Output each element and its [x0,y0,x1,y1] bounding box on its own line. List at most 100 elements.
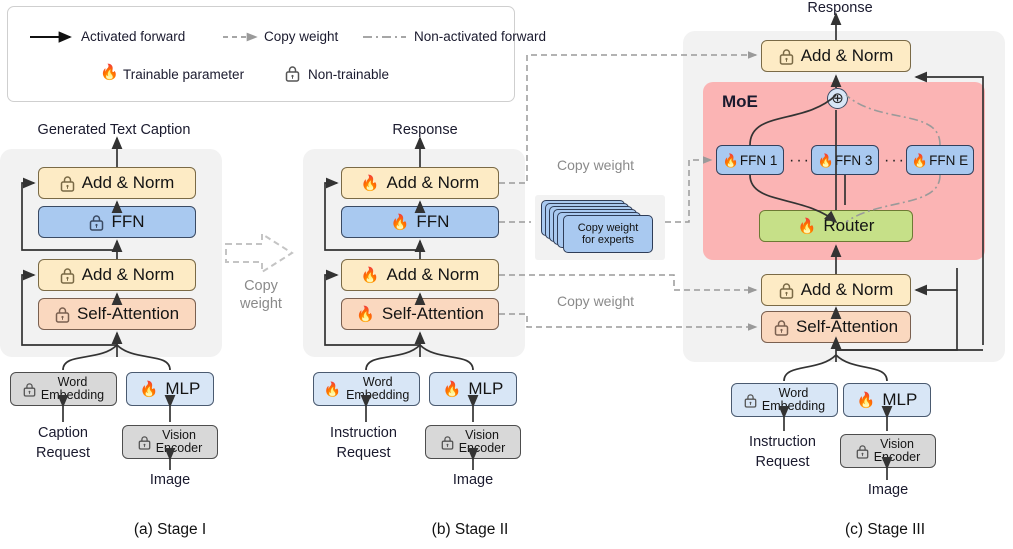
stage3-expert-ffn-3[interactable]: 🔥 FFN 3 [811,145,879,175]
stage3-mlp[interactable]: 🔥 MLP [843,383,931,417]
stage3-vision-encoder-line1: Vision [880,436,914,451]
legend-label-trainable-parameter: Trainable parameter [123,67,245,82]
copy-weight-top-label: Copy weight [557,157,635,173]
copy-weight-arrow-label-line1: Copy [244,278,278,294]
stage3-word-embedding-line2: Embedding [761,399,826,413]
stage1-ffn-label: FFN [111,212,145,231]
lock-icon [441,435,454,450]
stage3-request-line2: Request [755,454,810,470]
stage3-expert-ffn-e[interactable]: 🔥 FFN E [906,145,974,175]
stage3-self-attention-label: Self-Attention [795,317,899,336]
stage1-caption: (a) Stage I [133,521,207,538]
stage2-word-embedding[interactable]: 🔥 Word Embedding [313,372,420,406]
copy-weight-experts-stack: Copy weight for experts [535,195,665,260]
stage2-add-norm-bottom[interactable]: 🔥 Add & Norm [341,259,499,291]
copy-weight-experts-line1: Copy weight [577,221,639,234]
stage3-expert-ellipsis-1: ··· [789,152,811,169]
lock-icon [774,319,789,336]
lock-icon [138,435,151,450]
stage2-self-attention[interactable]: 🔥 Self-Attention [341,298,499,330]
lock-icon [60,267,74,284]
stage1-add-norm-top-label: Add & Norm [81,173,175,192]
stage2-mlp[interactable]: 🔥 MLP [429,372,517,406]
stage3-self-attention[interactable]: Self-Attention [761,311,911,343]
legend-panel: Activated forward Copy weight Non-activa… [7,6,546,102]
stage2-vision-encoder[interactable]: Vision Encoder [425,425,521,459]
stage3-word-embedding[interactable]: Word Embedding [731,383,838,417]
stage3-mlp-label: MLP [882,390,918,409]
stage3-expert-ffn-1[interactable]: 🔥 FFN 1 [716,145,784,175]
stage1-word-embedding[interactable]: Word Embedding [10,372,117,406]
stage1-mlp-label: MLP [165,379,201,398]
stage3-expert-ffn-1-label: FFN 1 [739,152,778,168]
lock-icon [779,48,793,65]
legend-label-non-activated-forward: Non-activated forward [414,29,547,44]
stage3-sum-symbol: ⊕ [831,90,844,107]
stage3-sum-node: ⊕ [827,88,848,109]
flame-icon: 🔥 [360,266,380,284]
stage1-self-attention[interactable]: Self-Attention [38,298,196,330]
lock-icon [60,175,74,192]
stage2-vision-encoder-line2: Encoder [458,441,506,455]
copy-weight-experts-line2: for experts [582,234,634,246]
stage3-expert-ffn-e-label: FFN E [929,152,969,168]
flame-icon: 🔥 [139,380,159,398]
flame-icon: 🔥 [722,152,739,168]
legend-label-non-trainable: Non-trainable [308,67,390,82]
flame-icon: 🔥 [323,381,342,397]
lock-icon [285,65,300,85]
stage3-add-norm-bottom-label: Add & Norm [800,280,894,299]
flame-icon: 🔥 [911,152,929,168]
copy-weight-big-arrow [225,232,294,274]
stage3-expert-ellipsis-2: ··· [884,152,906,169]
lock-icon [744,393,757,408]
stage1-add-norm-top[interactable]: Add & Norm [38,167,196,199]
flame-icon: 🔥 [390,213,410,231]
stage1-mlp[interactable]: 🔥 MLP [126,372,214,406]
stage1-ffn[interactable]: FFN [38,206,196,238]
stage1-add-norm-bottom[interactable]: Add & Norm [38,259,196,291]
stage2-add-norm-bottom-label: Add & Norm [386,265,480,284]
lock-icon [55,306,70,323]
stage1-word-embedding-line1: Word [57,374,88,389]
stage3-expert-ffn-3-label: FFN 3 [834,152,873,168]
stage2-ffn[interactable]: 🔥 FFN [341,206,499,238]
lock-icon [23,382,36,397]
stage2-mlp-label: MLP [468,379,504,398]
flame-icon: 🔥 [797,217,817,235]
stage1-request-line2: Request [35,445,90,461]
stage3-router[interactable]: 🔥 Router [759,210,913,242]
stage3-output-label: Response [807,0,873,16]
stage2-self-attention-label: Self-Attention [381,304,484,323]
stage2-ffn-label: FFN [416,212,450,231]
lock-icon [90,214,104,231]
stage1-request-line1: Caption [38,425,88,441]
stage3-image-label: Image [867,482,909,498]
stage1-add-norm-bottom-label: Add & Norm [81,265,175,284]
stage2-add-norm-top[interactable]: 🔥 Add & Norm [341,167,499,199]
stage3-add-norm-bottom[interactable]: Add & Norm [761,274,911,306]
lock-icon [779,282,793,299]
legend-label-activated-forward: Activated forward [81,29,186,44]
stage3-request-line1: Instruction [749,434,816,450]
stage3-caption: (c) Stage III [844,521,926,538]
stage2-word-embedding-line2: Embedding [346,388,410,402]
flame-icon: 🔥 [356,305,375,323]
stage2-word-embedding-line1: Word [362,374,393,389]
legend-label-copy-weight: Copy weight [264,29,339,44]
stage1-vision-encoder-line1: Vision [162,427,196,442]
stage3-moe-label: MoE [722,92,758,111]
stage2-caption: (b) Stage II [431,521,509,538]
stage2-add-norm-top-label: Add & Norm [386,173,480,192]
stage3-word-embedding-line1: Word [778,385,809,400]
stage1-vision-encoder-line2: Encoder [155,441,203,455]
stage3-vision-encoder[interactable]: Vision Encoder [840,434,936,468]
copy-weight-arrow-label-line2: weight [240,296,282,312]
stage1-output-label: Generated Text Caption [37,122,191,138]
stage2-output-label: Response [392,122,458,138]
stage3-add-norm-top[interactable]: Add & Norm [761,40,911,72]
copy-weight-bottom-label: Copy weight [557,293,635,309]
stage2-vision-encoder-line1: Vision [465,427,499,442]
stage1-image-label: Image [149,472,191,488]
stage1-vision-encoder[interactable]: Vision Encoder [122,425,218,459]
